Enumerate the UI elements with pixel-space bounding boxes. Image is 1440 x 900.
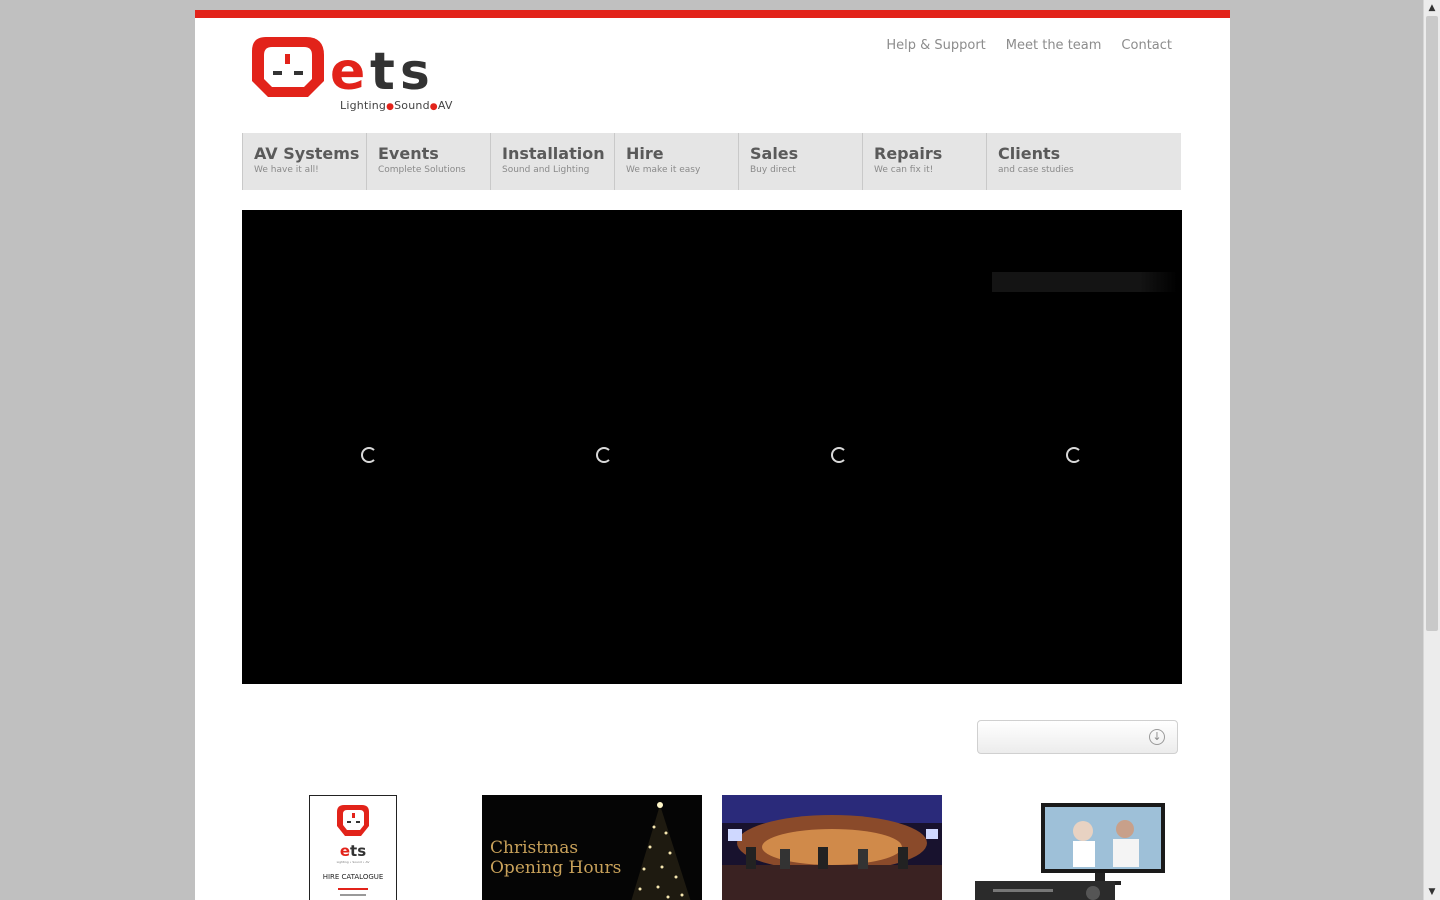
- nav-item-title: Installation: [502, 144, 605, 163]
- nav-item-subtitle: We make it easy: [626, 165, 701, 175]
- utility-nav: Help & Support Meet the team Contact: [886, 38, 1172, 53]
- nav-item-repairs[interactable]: Repairs We can fix it!: [862, 133, 986, 190]
- hero-slider[interactable]: [242, 210, 1182, 684]
- site-logo[interactable]: e t s Lighting●Sound●AV: [250, 35, 453, 125]
- nav-item-subtitle: Buy direct: [750, 165, 796, 175]
- main-nav: AV Systems We have it all! Events Comple…: [242, 133, 1181, 190]
- meet-team-link[interactable]: Meet the team: [1006, 38, 1102, 53]
- christmas-hours-thumb[interactable]: Christmas Opening Hours: [482, 795, 702, 900]
- nav-item-subtitle: and case studies: [998, 165, 1074, 175]
- catalogue-subline: Lighting • Sound • AV: [336, 860, 370, 864]
- nav-item-subtitle: We can fix it!: [874, 165, 934, 175]
- contact-link[interactable]: Contact: [1121, 38, 1172, 53]
- nav-item-subtitle: We have it all!: [254, 165, 319, 175]
- nav-item-av-systems[interactable]: AV Systems We have it all!: [242, 133, 366, 190]
- nav-item-title: Repairs: [874, 144, 943, 163]
- catalogue-brand: ets: [339, 842, 367, 860]
- svg-text:t: t: [370, 42, 395, 100]
- nav-item-title: Clients: [998, 144, 1061, 163]
- loading-spinner-icon: [596, 447, 612, 463]
- nav-item-title: Sales: [750, 144, 799, 163]
- nav-item-subtitle: Complete Solutions: [378, 165, 466, 175]
- catalogue-phone-line: [340, 894, 366, 896]
- nav-item-sales[interactable]: Sales Buy direct: [738, 133, 862, 190]
- nav-item-events[interactable]: Events Complete Solutions: [366, 133, 490, 190]
- logo-tagline: Lighting●Sound●AV: [340, 99, 453, 112]
- plug-logo-icon: e t s: [252, 37, 430, 102]
- svg-text:e: e: [330, 42, 365, 100]
- nav-item-title: Events: [378, 144, 439, 163]
- christmas-tree-image: [631, 802, 691, 900]
- conference-panel-photo: [722, 795, 942, 900]
- catalogue-url-line: [338, 888, 368, 890]
- scrollbar-thumb[interactable]: [1426, 16, 1438, 631]
- scroll-down-arrow-icon[interactable]: ▼: [1424, 884, 1440, 900]
- top-accent-bar: [195, 10, 1230, 18]
- slide-caption-bar: [992, 272, 1177, 292]
- quick-links-dropdown[interactable]: ↓: [977, 720, 1178, 754]
- nav-item-subtitle: Sound and Lighting: [502, 165, 590, 175]
- christmas-title: Christmas Opening Hours: [490, 838, 622, 878]
- conference-event-thumb[interactable]: [722, 795, 942, 900]
- cctv-product-thumb[interactable]: [973, 795, 1168, 900]
- scroll-up-arrow-icon[interactable]: ▲: [1424, 0, 1440, 16]
- vertical-scrollbar[interactable]: ▲ ▼: [1423, 0, 1440, 900]
- loading-spinner-icon: [1066, 447, 1082, 463]
- hire-catalogue-thumb[interactable]: ets Lighting • Sound • AV HIRE CATALOGUE: [309, 795, 397, 900]
- nav-item-title: AV Systems: [254, 144, 360, 163]
- help-support-link[interactable]: Help & Support: [886, 38, 985, 53]
- page: e t s Lighting●Sound●AV Help & Support M…: [195, 10, 1230, 900]
- nav-item-title: Hire: [626, 144, 664, 163]
- loading-spinner-icon: [831, 447, 847, 463]
- nav-item-hire[interactable]: Hire We make it easy: [614, 133, 738, 190]
- nav-item-clients[interactable]: Clients and case studies: [986, 133, 1110, 190]
- chevron-down-circle-icon: ↓: [1149, 729, 1165, 745]
- nav-item-installation[interactable]: Installation Sound and Lighting: [490, 133, 614, 190]
- svg-text:s: s: [400, 43, 430, 100]
- catalogue-label: HIRE CATALOGUE: [322, 873, 384, 881]
- monitor-and-dvr-photo: [975, 803, 1165, 900]
- loading-spinner-icon: [361, 447, 377, 463]
- plug-logo-icon: [337, 805, 369, 836]
